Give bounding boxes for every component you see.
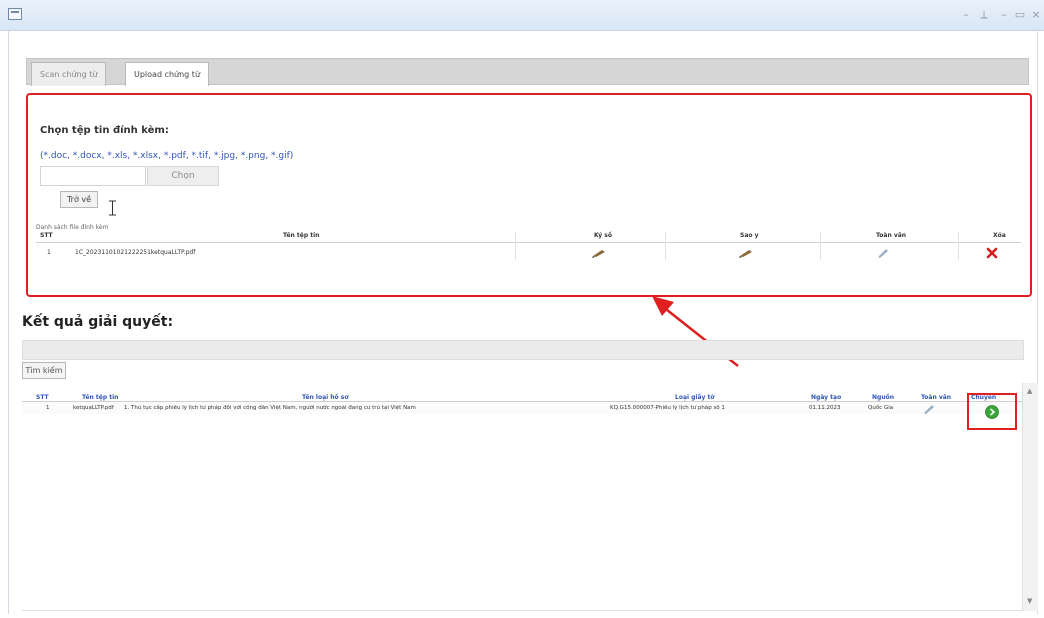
close-icon[interactable]: × xyxy=(1028,8,1044,22)
grid-col-doc-type: Loại giấy tờ xyxy=(675,394,715,401)
search-bar xyxy=(22,340,1024,360)
grid-col-fulltext: Toàn văn xyxy=(921,394,952,401)
file-path-input[interactable] xyxy=(40,166,146,186)
row-source: Quốc Gia xyxy=(868,405,894,411)
tab-bar: Scan chứng từ Upload chứng từ xyxy=(26,58,1029,86)
copy-sign-icon[interactable] xyxy=(738,248,754,258)
upload-highlight-box xyxy=(26,93,1032,297)
col-filename: Tên tệp tin xyxy=(283,232,320,239)
col-divider xyxy=(515,232,516,260)
bottom-rule xyxy=(22,610,1022,611)
attachment-filename[interactable]: 1C_20231101021222251ketquaLLTP.pdf xyxy=(75,249,195,256)
col-delete: Xóa xyxy=(993,232,1006,239)
col-divider xyxy=(958,232,959,260)
allowed-formats: (*.doc, *.docx, *.xls, *.xlsx, *.pdf, *.… xyxy=(40,151,294,161)
row-record-type: 1. Thủ tục cấp phiếu lý lịch tư pháp đối… xyxy=(124,405,416,411)
back-button[interactable]: Trở về xyxy=(60,191,98,208)
minimize-icon[interactable]: – xyxy=(958,8,974,22)
maximize-icon[interactable]: ▭ xyxy=(1012,8,1028,22)
transfer-go-icon[interactable] xyxy=(985,405,999,419)
col-stt: STT xyxy=(40,232,53,239)
col-divider xyxy=(665,232,666,260)
col-copy: Sao y xyxy=(740,232,759,239)
choose-file-button[interactable]: Chọn xyxy=(147,166,219,186)
attachment-list-caption: Danh sách file đính kèm xyxy=(36,224,109,231)
delete-icon[interactable] xyxy=(986,247,998,259)
search-button[interactable]: Tìm kiếm xyxy=(22,362,66,379)
scroll-down-icon[interactable]: ▼ xyxy=(1027,597,1032,605)
text-cursor-icon xyxy=(109,200,116,216)
grid-col-stt: STT xyxy=(36,394,49,401)
result-title: Kết quả giải quyết: xyxy=(22,314,174,330)
sign-icon[interactable] xyxy=(591,248,607,258)
row-fulltext-icon[interactable] xyxy=(920,404,936,414)
fulltext-icon[interactable] xyxy=(874,248,890,258)
row-stt: 1 xyxy=(46,405,50,411)
upload-title: Chọn tệp tin đính kèm: xyxy=(40,125,169,136)
tab-scan[interactable]: Scan chứng từ xyxy=(31,62,107,86)
row-filename[interactable]: ketquaLLTP.pdf xyxy=(73,405,114,411)
col-fulltext: Toàn văn xyxy=(876,232,907,239)
pin-icon[interactable]: ⟂ xyxy=(976,8,992,22)
table-header-rule xyxy=(36,242,1021,243)
vertical-scrollbar[interactable]: ▲ ▼ xyxy=(1022,383,1038,611)
row-doc-type: KQ.G15.000007-Phiếu lý lịch tư pháp số 1 xyxy=(610,405,725,411)
col-sign: Ký số xyxy=(594,232,612,239)
row-created: 01.11.2023 xyxy=(809,405,841,411)
title-bar: – ⟂ – ▭ × xyxy=(0,0,1044,31)
grid-col-created: Ngày tạo xyxy=(811,394,842,401)
minimize-window-icon[interactable]: – xyxy=(996,8,1012,22)
tab-upload[interactable]: Upload chứng từ xyxy=(125,62,210,86)
grid-col-record-type: Tên loại hồ sơ xyxy=(302,394,349,401)
grid-col-filename: Tên tệp tin xyxy=(82,394,119,401)
attachment-stt: 1 xyxy=(47,249,51,256)
app-icon xyxy=(8,8,22,20)
grid-col-source: Nguồn xyxy=(872,394,894,401)
col-divider xyxy=(820,232,821,260)
scroll-up-icon[interactable]: ▲ xyxy=(1027,387,1032,395)
